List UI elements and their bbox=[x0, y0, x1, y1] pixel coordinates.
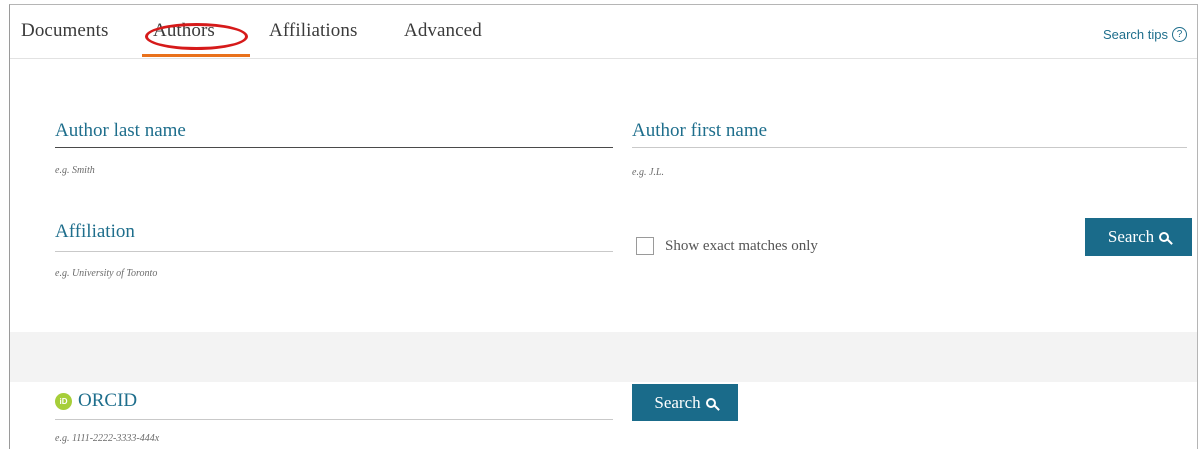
orcid-search-button[interactable]: Search bbox=[632, 384, 738, 421]
search-icon bbox=[1159, 232, 1170, 242]
exact-matches-checkbox[interactable] bbox=[636, 237, 654, 255]
search-button[interactable]: Search bbox=[1085, 218, 1192, 256]
search-button-label: Search bbox=[1107, 227, 1155, 246]
orcid-search-button-label: Search bbox=[654, 392, 701, 412]
exact-matches-label[interactable]: Show exact matches only bbox=[665, 238, 818, 255]
search-icon bbox=[705, 397, 716, 408]
tab-affiliations[interactable]: Affiliations bbox=[269, 20, 357, 42]
search-tabs: Documents Authors Affiliations Advanced … bbox=[10, 5, 1197, 59]
search-tips-link[interactable]: Search tips ? bbox=[1103, 27, 1187, 42]
affiliation-label: Affiliation bbox=[55, 221, 135, 242]
author-first-name-hint: e.g. J.L. bbox=[632, 167, 664, 178]
author-search-panel: Documents Authors Affiliations Advanced … bbox=[9, 4, 1198, 449]
orcid-label: ORCID bbox=[78, 390, 138, 411]
author-last-name-input[interactable] bbox=[55, 147, 613, 148]
annotation-circle bbox=[145, 23, 248, 50]
active-tab-indicator bbox=[142, 54, 250, 57]
affiliation-field[interactable]: Affiliation bbox=[55, 221, 135, 243]
orcid-icon: iD bbox=[55, 393, 72, 410]
affiliation-input[interactable] bbox=[55, 251, 613, 252]
orcid-input[interactable] bbox=[55, 419, 613, 420]
tab-advanced[interactable]: Advanced bbox=[404, 20, 482, 42]
author-last-name-label: Author last name bbox=[55, 120, 186, 141]
section-divider bbox=[10, 332, 1197, 382]
author-last-name-field[interactable]: Author last name bbox=[55, 120, 186, 142]
author-first-name-field[interactable]: Author first name bbox=[632, 120, 767, 142]
author-last-name-hint: e.g. Smith bbox=[55, 165, 95, 176]
help-icon: ? bbox=[1172, 27, 1187, 42]
orcid-field[interactable]: iD ORCID bbox=[55, 390, 137, 412]
search-tips-label: Search tips bbox=[1102, 27, 1168, 42]
author-first-name-label: Author first name bbox=[632, 120, 768, 141]
tab-documents[interactable]: Documents bbox=[21, 20, 108, 42]
affiliation-hint: e.g. University of Toronto bbox=[55, 268, 158, 279]
author-first-name-input[interactable] bbox=[632, 147, 1187, 148]
orcid-hint: e.g. 1111-2222-3333-444x bbox=[55, 433, 160, 444]
